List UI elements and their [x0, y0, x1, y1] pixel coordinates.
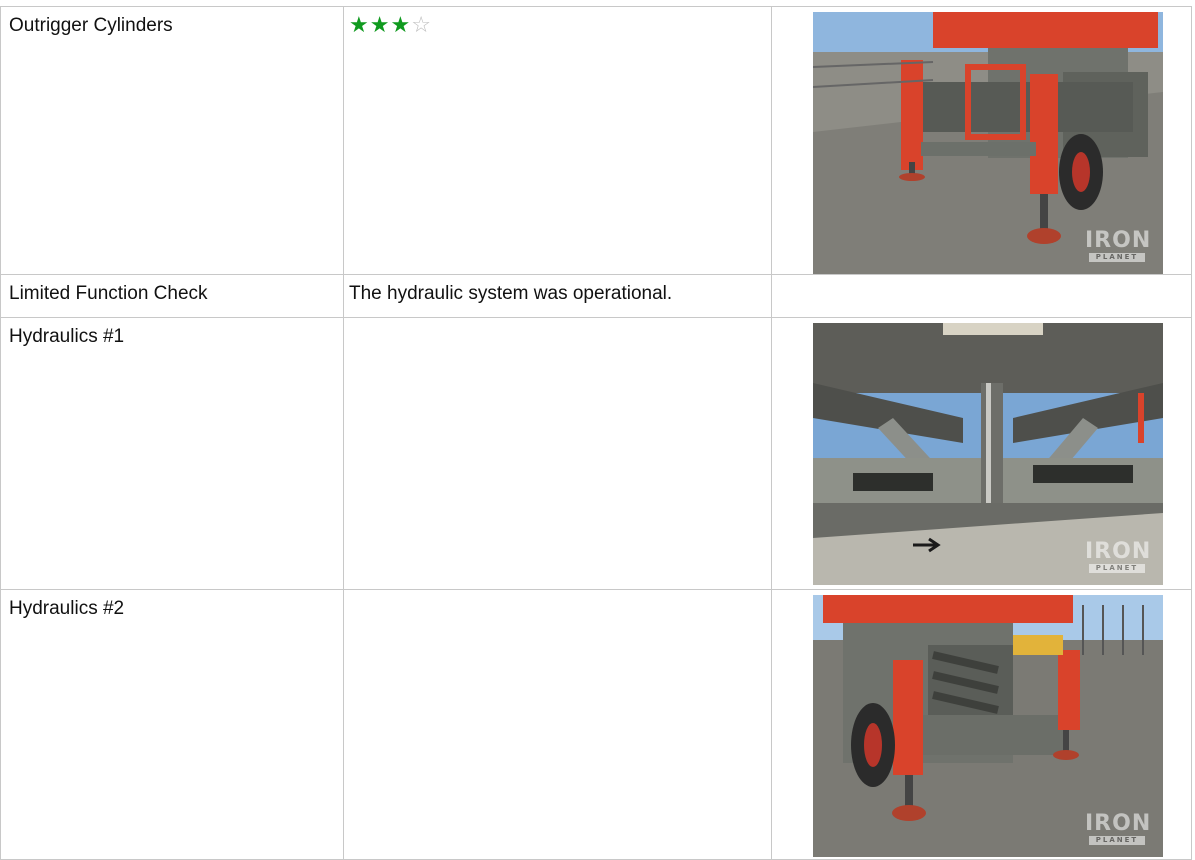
row-label: Outrigger Cylinders: [0, 6, 344, 275]
row-label: Limited Function Check: [0, 274, 344, 318]
row-label: Hydraulics #1: [0, 317, 344, 590]
rating-cell: ★★★☆: [343, 6, 772, 275]
photo-cell: IRON PLANET: [771, 589, 1192, 860]
row-label: Hydraulics #2: [0, 589, 344, 860]
photo-cell: IRON PLANET: [771, 6, 1192, 275]
iron-planet-watermark: IRON PLANET: [1085, 539, 1152, 573]
table-row: Hydraulics #2 IRON PLANET: [0, 589, 1192, 860]
star-filled-icon: ★: [390, 12, 412, 37]
row-value-empty: [343, 589, 772, 860]
inspection-photo[interactable]: IRON PLANET: [813, 323, 1163, 585]
inspection-photo[interactable]: IRON PLANET: [813, 595, 1163, 857]
inspection-photo[interactable]: IRON PLANET: [813, 12, 1163, 274]
row-value-empty: [343, 317, 772, 590]
photo-cell-empty: [771, 274, 1192, 318]
table-row: Outrigger Cylinders ★★★☆ IRON PLANET: [0, 6, 1192, 275]
table-row: Hydraulics #1 IRON PLANET: [0, 317, 1192, 590]
iron-planet-watermark: IRON PLANET: [1085, 811, 1152, 845]
inspection-table: Outrigger Cylinders ★★★☆ IRON PLANET Lim…: [0, 6, 1192, 860]
row-value: The hydraulic system was operational.: [343, 274, 772, 318]
star-filled-icon: ★: [369, 12, 391, 37]
star-empty-icon: ☆: [411, 12, 432, 37]
iron-planet-watermark: IRON PLANET: [1085, 228, 1152, 262]
table-row: Limited Function Check The hydraulic sys…: [0, 274, 1192, 318]
star-filled-icon: ★: [349, 12, 370, 37]
rating-stars: ★★★☆: [349, 12, 432, 37]
photo-cell: IRON PLANET: [771, 317, 1192, 590]
